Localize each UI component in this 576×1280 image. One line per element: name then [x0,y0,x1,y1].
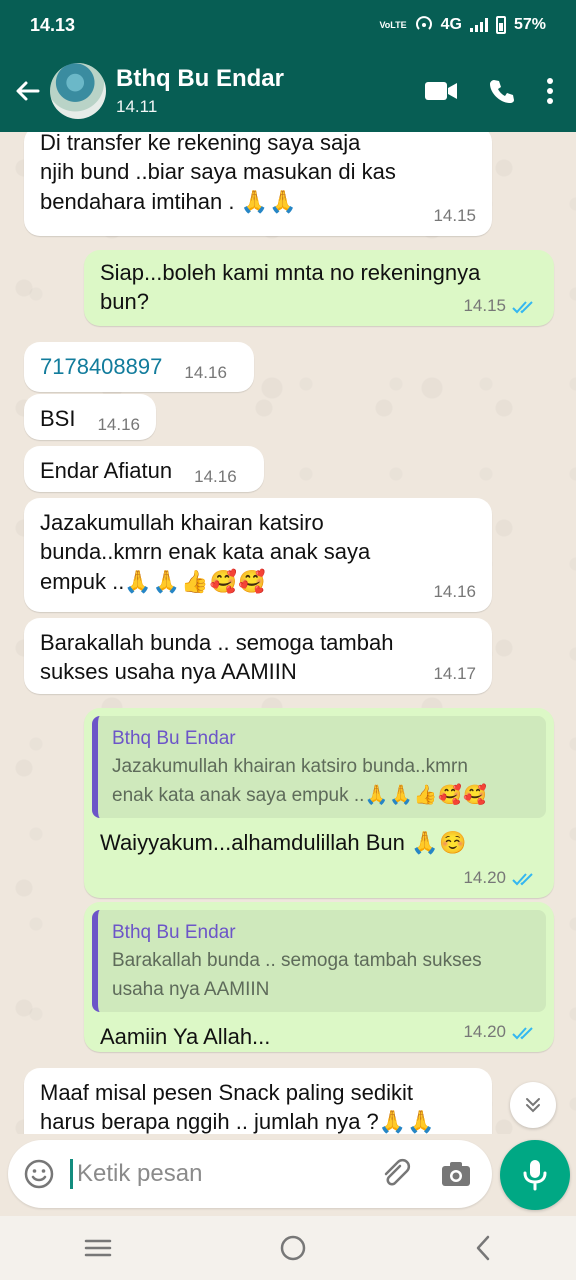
message-time: 14.16 [433,582,476,602]
message-out[interactable]: Siap...boleh kami mnta no rekeningnya bu… [84,250,554,326]
quote-author: Bthq Bu Endar [112,728,236,749]
message-in[interactable]: BSI 14.16 [24,394,156,440]
back-nav-icon[interactable] [473,1234,493,1262]
message-in[interactable]: Di transfer ke rekening saya saja njih b… [24,132,492,236]
message-time: 14.15 [463,295,538,318]
system-nav-bar [0,1216,576,1280]
chevrons-down-icon [526,1098,540,1113]
recent-apps-icon[interactable] [83,1236,113,1260]
emoji-icon[interactable] [8,1158,70,1190]
contact-name: Bthq Bu Endar [116,65,284,92]
message-time: 14.20 [463,867,538,890]
message-time: 14.16 [184,363,227,382]
camera-icon[interactable] [440,1159,472,1189]
message-list[interactable]: Di transfer ke rekening saya saja njih b… [0,132,576,1134]
message-out-reply[interactable]: Bthq Bu Endar Barakallah bunda .. semoga… [84,902,554,1052]
avatar[interactable] [50,63,106,119]
message-in[interactable]: Jazakumullah khairan katsiro bunda..kmrn… [24,498,492,612]
message-in[interactable]: 7178408897 14.16 [24,342,254,392]
status-bar: 14.13 VoLTE 4G 57% [0,0,576,50]
contact-info[interactable]: Bthq Bu Endar 14.11 [116,65,284,117]
double-check-icon [512,1026,533,1040]
hotspot-icon [415,16,432,30]
network-type: 4G [440,16,462,33]
video-call-icon[interactable] [424,79,458,103]
microphone-button[interactable] [500,1140,570,1210]
message-in[interactable]: Barakallah bunda .. semoga tambah sukses… [24,618,492,694]
pray-emoji: 🙏🙏 [240,188,298,214]
battery-icon [495,16,506,34]
signal-icon [469,18,488,32]
chat-header: Bthq Bu Endar 14.11 [0,50,576,132]
message-time: 14.16 [97,415,141,434]
more-vert-icon[interactable] [546,77,554,105]
home-icon[interactable] [279,1234,307,1262]
message-input[interactable]: Ketik pesan [70,1159,380,1189]
account-number-link[interactable]: 7178408897 [40,354,162,379]
message-composer: Ketik pesan [8,1140,492,1208]
paperclip-icon[interactable] [380,1158,412,1190]
arrow-left-icon[interactable] [6,69,50,113]
status-time: 14.13 [30,14,76,35]
message-time: 14.15 [433,206,476,226]
message-time: 14.16 [194,467,237,486]
quoted-message[interactable]: Bthq Bu Endar Jazakumullah khairan katsi… [92,716,546,819]
battery-level: 57% [513,16,546,33]
double-check-icon [512,300,533,314]
message-in[interactable]: Endar Afiatun 14.16 [24,446,264,492]
quote-author: Bthq Bu Endar [112,922,236,943]
microphone-icon [523,1160,547,1191]
emoji-reaction: 🙏🙏👍🥰🥰 [124,568,267,594]
scroll-to-bottom-button[interactable] [510,1082,556,1128]
message-time: 14.20 [463,1021,538,1044]
message-time: 14.17 [433,664,476,684]
last-seen: 14.11 [116,97,158,116]
quoted-message[interactable]: Bthq Bu Endar Barakallah bunda .. semoga… [92,910,546,1013]
phone-icon[interactable] [488,77,516,105]
message-out-reply[interactable]: Bthq Bu Endar Jazakumullah khairan katsi… [84,708,554,898]
volte-icon: VoLTE [379,19,407,30]
double-check-icon [512,872,533,886]
message-in[interactable]: Maaf misal pesen Snack paling sedikit ha… [24,1068,492,1134]
